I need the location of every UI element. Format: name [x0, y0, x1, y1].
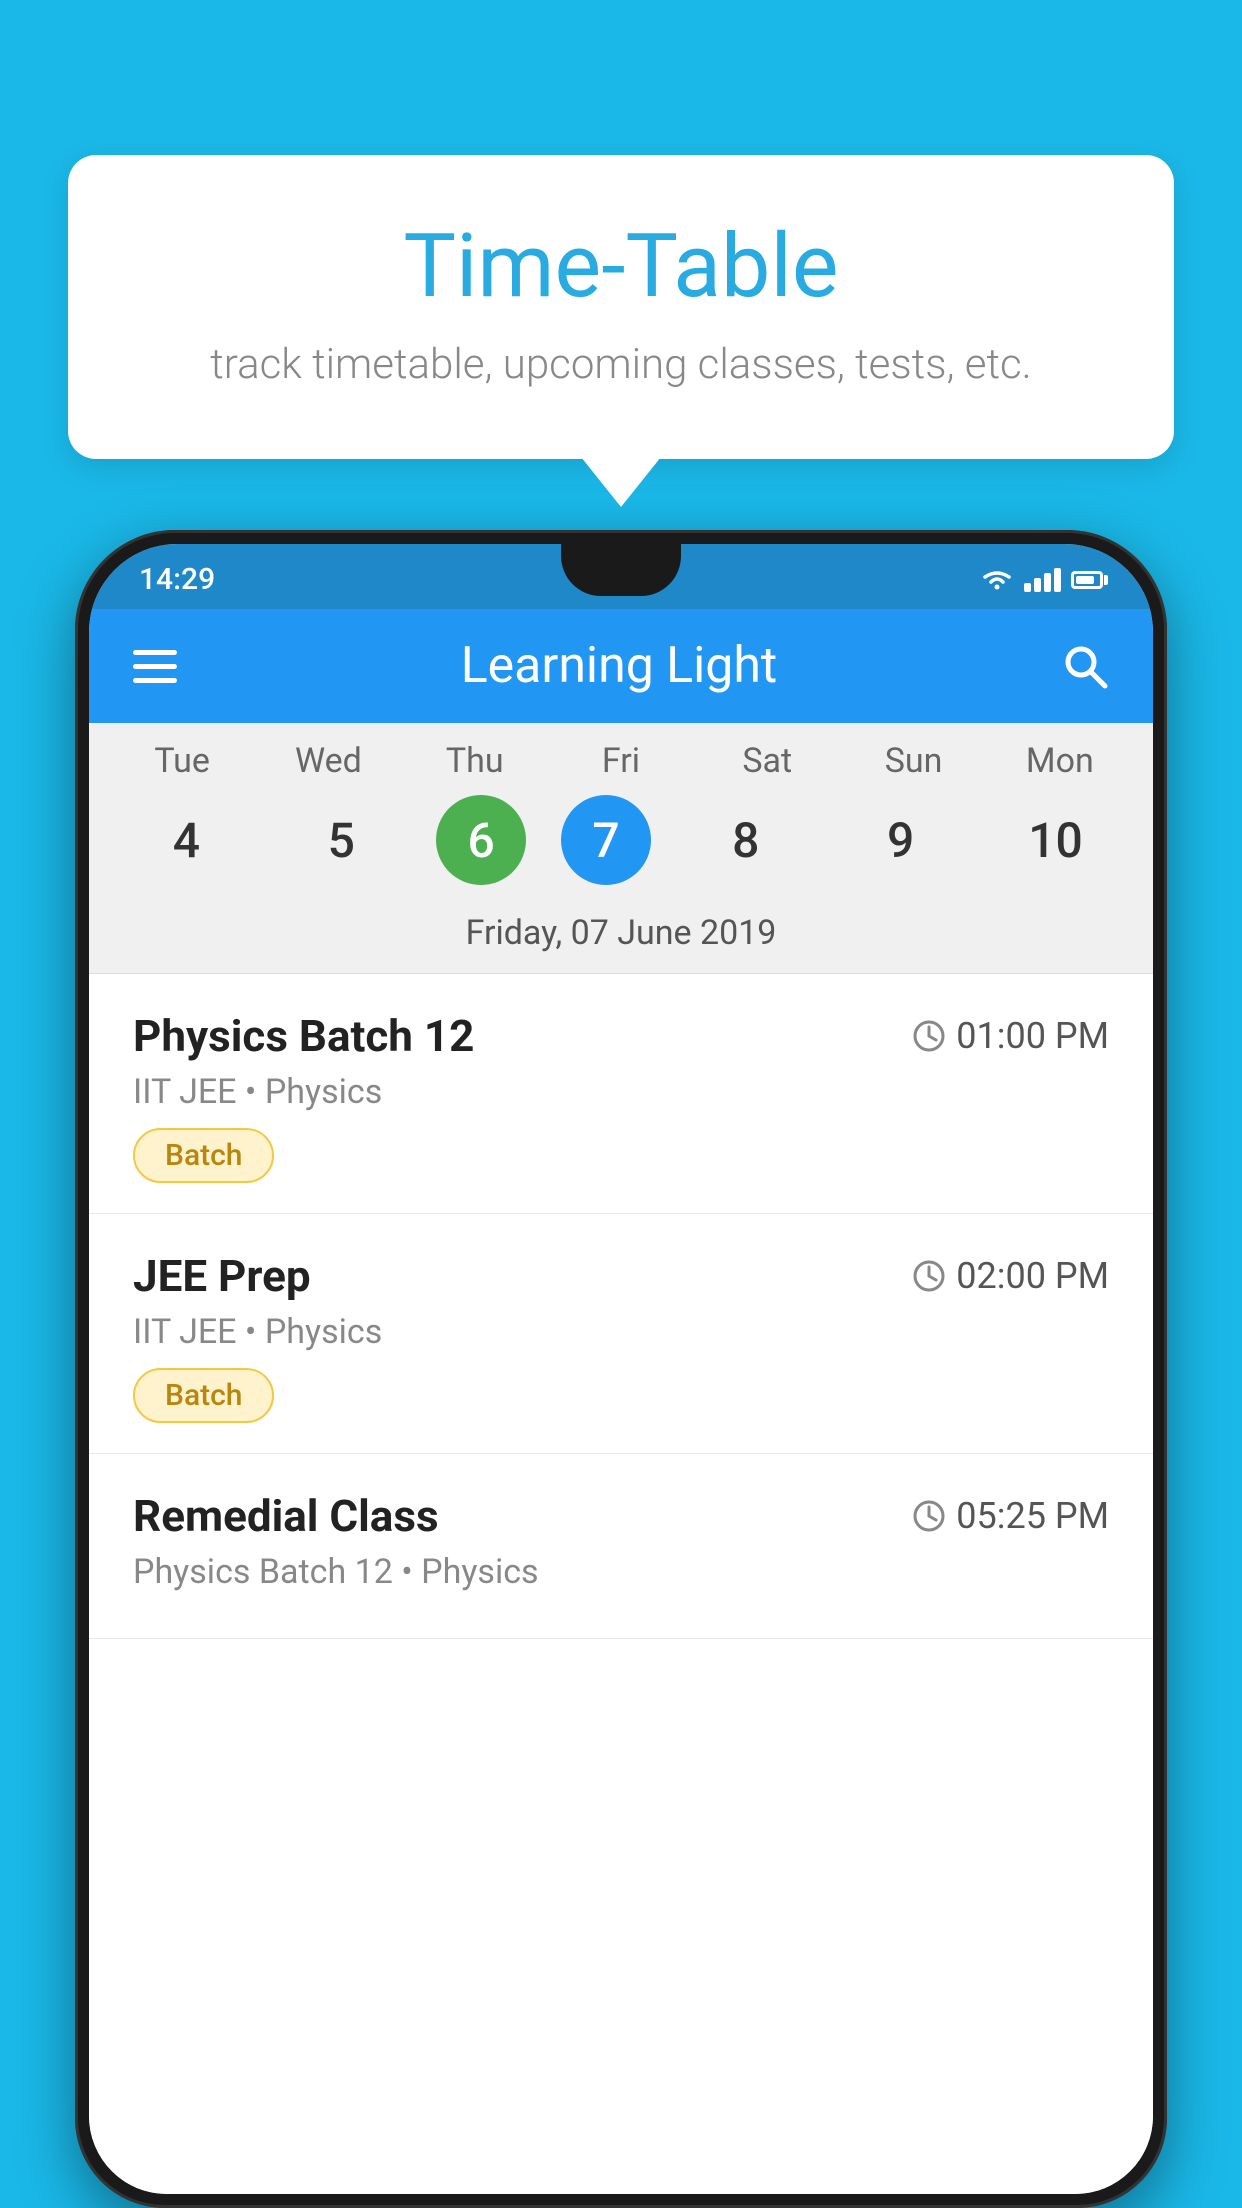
- signal-bars-icon: [1024, 568, 1061, 592]
- schedule-time-label-1: 01:00 PM: [956, 1015, 1109, 1057]
- day-thu[interactable]: Thu: [415, 741, 535, 781]
- schedule-item-2-header: JEE Prep 02:00 PM: [133, 1250, 1109, 1302]
- date-number-row: 4 5 6 7 8 9 10: [89, 789, 1153, 903]
- calendar-strip: Tue Wed Thu Fri Sat Sun Mon 4 5 6 7 8 9 …: [89, 723, 1153, 974]
- day-name-row: Tue Wed Thu Fri Sat Sun Mon: [89, 723, 1153, 789]
- schedule-title-3: Remedial Class: [133, 1490, 439, 1542]
- day-tue[interactable]: Tue: [122, 741, 242, 781]
- schedule-item-3[interactable]: Remedial Class 05:25 PM Physics Batch 12…: [89, 1454, 1153, 1639]
- phone-mockup: 14:29: [75, 530, 1167, 2208]
- status-time: 14:29: [139, 562, 215, 597]
- schedule-time-label-2: 02:00 PM: [956, 1255, 1109, 1297]
- date-4[interactable]: 4: [126, 795, 246, 885]
- date-6-today[interactable]: 6: [436, 795, 526, 885]
- status-bar: 14:29: [89, 544, 1153, 609]
- selected-date-label: Friday, 07 June 2019: [89, 903, 1153, 974]
- clock-icon-2: [912, 1259, 946, 1293]
- schedule-subtitle-3: Physics Batch 12 • Physics: [133, 1552, 1109, 1592]
- notch: [561, 544, 681, 596]
- app-title: Learning Light: [197, 637, 1041, 695]
- schedule-time-1: 01:00 PM: [912, 1015, 1109, 1057]
- search-icon[interactable]: [1061, 642, 1109, 690]
- phone-outer: 14:29: [75, 530, 1167, 2208]
- schedule-time-2: 02:00 PM: [912, 1255, 1109, 1297]
- status-icons: [980, 567, 1103, 593]
- app-bar: Learning Light: [89, 609, 1153, 723]
- schedule-item-1-header: Physics Batch 12 01:00 PM: [133, 1010, 1109, 1062]
- tooltip-card: Time-Table track timetable, upcoming cla…: [68, 155, 1174, 459]
- date-10[interactable]: 10: [995, 795, 1115, 885]
- schedule-subtitle-1: IIT JEE • Physics: [133, 1072, 1109, 1112]
- schedule-subtitle-2: IIT JEE • Physics: [133, 1312, 1109, 1352]
- date-7-selected[interactable]: 7: [561, 795, 651, 885]
- schedule-title-1: Physics Batch 12: [133, 1010, 474, 1062]
- clock-icon-1: [912, 1019, 946, 1053]
- day-wed[interactable]: Wed: [268, 741, 388, 781]
- phone-inner: 14:29: [89, 544, 1153, 2194]
- day-sat[interactable]: Sat: [707, 741, 827, 781]
- day-mon[interactable]: Mon: [1000, 741, 1120, 781]
- day-fri[interactable]: Fri: [561, 741, 681, 781]
- date-9[interactable]: 9: [841, 795, 961, 885]
- date-8[interactable]: 8: [686, 795, 806, 885]
- tooltip-title: Time-Table: [148, 215, 1094, 318]
- schedule-list: Physics Batch 12 01:00 PM IIT JEE • Phys…: [89, 974, 1153, 2194]
- schedule-time-label-3: 05:25 PM: [956, 1495, 1109, 1537]
- hamburger-menu-icon[interactable]: [133, 650, 177, 683]
- schedule-title-2: JEE Prep: [133, 1250, 311, 1302]
- schedule-item-3-header: Remedial Class 05:25 PM: [133, 1490, 1109, 1542]
- tooltip-subtitle: track timetable, upcoming classes, tests…: [148, 340, 1094, 389]
- schedule-time-3: 05:25 PM: [912, 1495, 1109, 1537]
- battery-icon: [1071, 571, 1103, 589]
- date-5[interactable]: 5: [281, 795, 401, 885]
- schedule-item-1[interactable]: Physics Batch 12 01:00 PM IIT JEE • Phys…: [89, 974, 1153, 1214]
- schedule-item-2[interactable]: JEE Prep 02:00 PM IIT JEE • Physics Batc…: [89, 1214, 1153, 1454]
- clock-icon-3: [912, 1499, 946, 1533]
- wifi-icon: [980, 567, 1014, 593]
- schedule-tag-2: Batch: [133, 1368, 274, 1423]
- day-sun[interactable]: Sun: [854, 741, 974, 781]
- schedule-tag-1: Batch: [133, 1128, 274, 1183]
